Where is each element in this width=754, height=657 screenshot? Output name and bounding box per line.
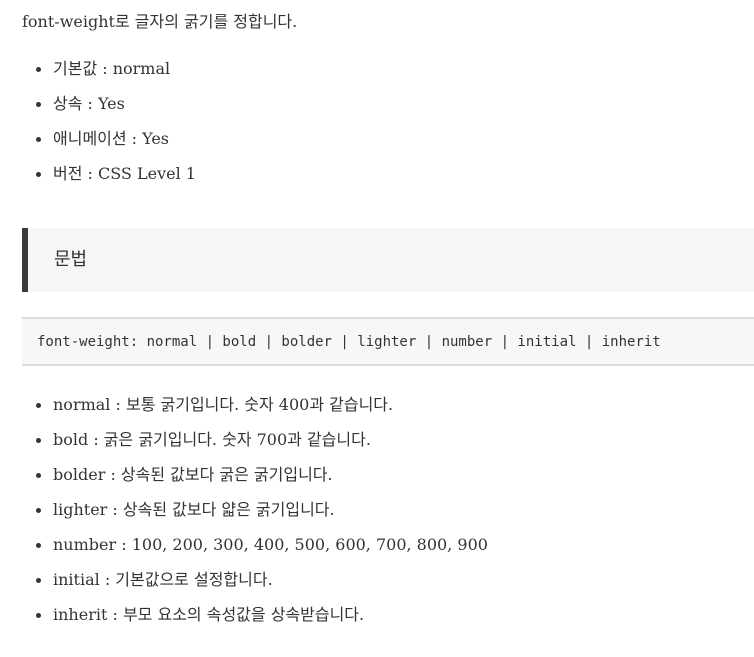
list-item-text: 애니메이션 : Yes (53, 129, 170, 148)
list-item: initial : 기본값으로 설정합니다. (0, 570, 488, 605)
intro-paragraph: font-weight로 글자의 굵기를 정합니다. (22, 12, 298, 31)
list-item: bold : 굵은 굵기입니다. 숫자 700과 같습니다. (0, 430, 488, 465)
list-item: inherit : 부모 요소의 속성값을 상속받습니다. (0, 605, 488, 640)
list-item: lighter : 상속된 값보다 얇은 굵기입니다. (0, 500, 488, 535)
list-item: 애니메이션 : Yes (0, 129, 196, 164)
syntax-code: font-weight: normal | bold | bolder | li… (37, 334, 661, 350)
bullet-icon (36, 438, 41, 443)
bullet-icon (36, 473, 41, 478)
list-item: 상속 : Yes (0, 94, 196, 129)
bullet-icon (36, 613, 41, 618)
list-item-text: bolder : 상속된 값보다 굵은 굵기입니다. (53, 465, 333, 484)
list-item-text: lighter : 상속된 값보다 얇은 굵기입니다. (53, 500, 335, 519)
list-item-text: normal : 보통 굵기입니다. 숫자 400과 같습니다. (53, 395, 394, 414)
code-block: font-weight: normal | bold | bolder | li… (22, 317, 754, 366)
section-heading: 문법 (54, 249, 88, 270)
list-item-text: 버전 : CSS Level 1 (53, 164, 196, 183)
list-item-text: 상속 : Yes (53, 94, 125, 113)
list-item: 버전 : CSS Level 1 (0, 164, 196, 199)
list-item: bolder : 상속된 값보다 굵은 굵기입니다. (0, 465, 488, 500)
bullet-icon (36, 67, 41, 72)
bullet-icon (36, 543, 41, 548)
bullet-icon (36, 172, 41, 177)
bullet-icon (36, 508, 41, 513)
list-item-text: inherit : 부모 요소의 속성값을 상속받습니다. (53, 605, 365, 624)
property-summary-list: 기본값 : normal 상속 : Yes 애니메이션 : Yes 버전 : C… (0, 59, 196, 199)
list-item-text: number : 100, 200, 300, 400, 500, 600, 7… (53, 535, 488, 554)
list-item: normal : 보통 굵기입니다. 숫자 400과 같습니다. (0, 395, 488, 430)
list-item: 기본값 : normal (0, 59, 196, 94)
bullet-icon (36, 403, 41, 408)
bullet-icon (36, 578, 41, 583)
section-heading-box: 문법 (22, 228, 754, 292)
list-item-text: 기본값 : normal (53, 59, 171, 78)
list-item-text: bold : 굵은 굵기입니다. 숫자 700과 같습니다. (53, 430, 371, 449)
bullet-icon (36, 137, 41, 142)
value-description-list: normal : 보통 굵기입니다. 숫자 400과 같습니다. bold : … (0, 395, 488, 640)
list-item-text: initial : 기본값으로 설정합니다. (53, 570, 273, 589)
bullet-icon (36, 102, 41, 107)
list-item: number : 100, 200, 300, 400, 500, 600, 7… (0, 535, 488, 570)
article-content: font-weight로 글자의 굵기를 정합니다. 기본값 : normal … (0, 0, 754, 657)
